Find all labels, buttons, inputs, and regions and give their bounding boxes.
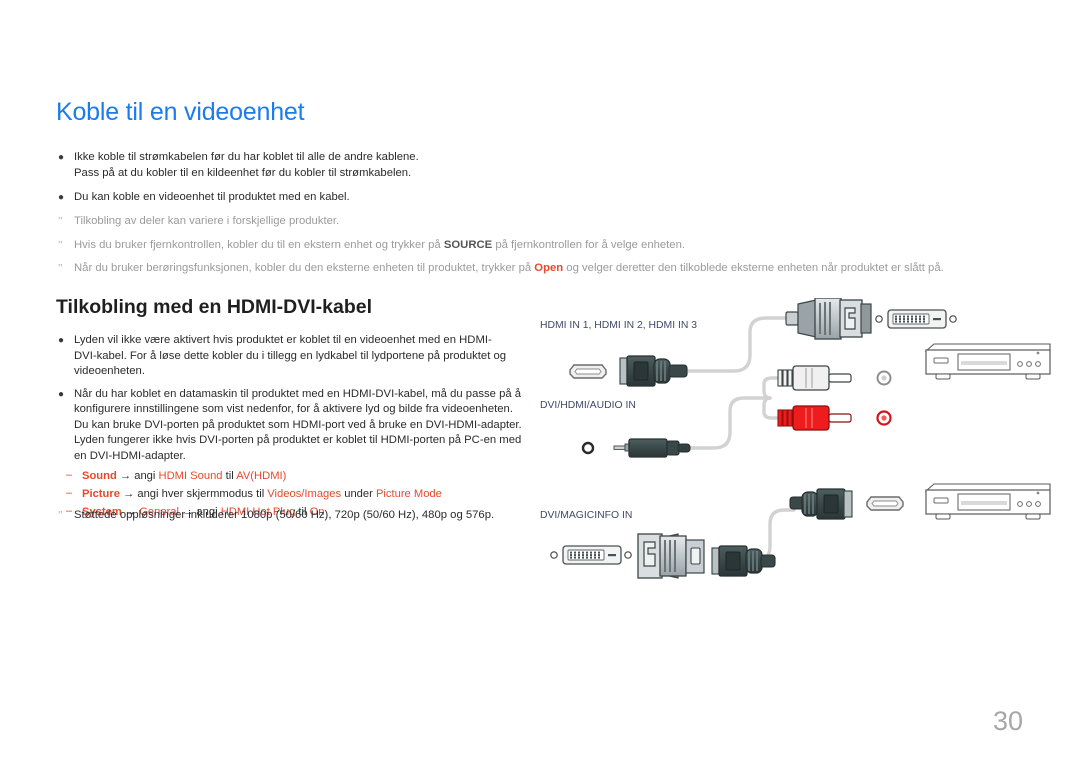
setting-seg: til [222, 470, 237, 482]
note-row: " Tilkobling av deler kan variere i fors… [56, 214, 1016, 230]
audio-port-icon [581, 441, 595, 455]
video-device-icon-top [924, 343, 1051, 380]
manual-page: Koble til en videoenhet ● Ikke koble til… [0, 0, 1080, 763]
setting-seg: → angi [116, 470, 159, 482]
source-keyword: SOURCE [443, 238, 493, 251]
setting-value: AV(HDMI) [236, 470, 287, 482]
rca-plug-red-icon [777, 405, 852, 431]
label-dvi-hdmi-audio-in: DVI/HDMI/AUDIO IN [540, 400, 636, 411]
note-text: Tilkobling av deler kan variere i forskj… [74, 215, 340, 227]
note-row: " Når du bruker berøringsfunksjonen, kob… [56, 261, 1016, 277]
setting-row: – Picture → angi hver skjermmodus til Vi… [56, 486, 531, 502]
section-bullets-block: ● Lyden vil ikke være aktivert hvis prod… [56, 333, 531, 522]
cable-hdmi-dvi [686, 316, 792, 373]
cable-audio-red [762, 396, 780, 420]
bullet-marker: ● [58, 192, 65, 203]
bullet-marker: ● [58, 335, 65, 346]
hdmi-plug-icon-bottom [711, 545, 776, 577]
note-row: ● Ikke koble til strømkabelen før du har… [56, 150, 1016, 181]
note-seg: på fjernkontrollen for å velge enheten. [492, 238, 686, 251]
section-heading: Tilkobling med en HDMI-DVI-kabel [56, 296, 373, 318]
note-row: ● Lyden vil ikke være aktivert hvis prod… [56, 333, 531, 380]
bullet-marker: ● [58, 152, 65, 163]
cable-audio-white [762, 376, 780, 400]
dvi-hdmi-adapter-icon [785, 298, 872, 340]
note-row: " Støttede oppløsninger inkluderer 1080p… [56, 508, 576, 524]
note-row: " Hvis du bruker fjernkontrollen, kobler… [56, 238, 1016, 254]
dash-marker: – [66, 487, 73, 499]
rca-socket-white-icon [876, 370, 892, 386]
note-row: ● Du kan koble en videoenhet til produkt… [56, 190, 1016, 206]
quote-marker: " [58, 238, 63, 251]
note-text: Når du har koblet en datamaskin til prod… [74, 387, 522, 462]
setting-seg: under [341, 488, 376, 500]
quote-marker: " [58, 509, 63, 521]
label-hdmi-in: HDMI IN 1, HDMI IN 2, HDMI IN 3 [540, 320, 697, 331]
top-notes-block: ● Ikke koble til strømkabelen før du har… [56, 150, 1016, 281]
hdmi-plug-icon-bottom-right [789, 488, 853, 520]
quote-marker: " [58, 262, 63, 274]
setting-row: – Sound → angi HDMI Sound til AV(HDMI) [56, 468, 531, 484]
dvi-socket-icon-bottom [550, 545, 632, 565]
open-keyword: Open [534, 262, 564, 274]
connection-diagram: HDMI IN 1, HDMI IN 2, HDMI IN 3 DVI/HDMI… [538, 298, 1058, 588]
setting-key: Sound [82, 470, 117, 482]
note-text: Når du bruker berøringsfunksjonen, koble… [74, 261, 944, 277]
setting-key: HDMI Sound [158, 470, 223, 482]
hdmi-plug-icon [619, 355, 688, 387]
final-note-block: " Støttede oppløsninger inkluderer 1080p… [56, 508, 576, 528]
setting-text: Picture → angi hver skjermmodus til Vide… [82, 486, 442, 502]
note-text: Støttede oppløsninger inkluderer 1080p (… [74, 509, 495, 521]
note-seg: og velger deretter den tilkoblede ekster… [563, 262, 944, 274]
setting-key: Picture [82, 488, 120, 500]
quote-marker: " [58, 215, 63, 227]
setting-text: Sound → angi HDMI Sound til AV(HDMI) [82, 468, 286, 484]
rca-plug-white-icon [777, 365, 852, 391]
video-device-icon-bottom [924, 483, 1051, 520]
dvi-socket-icon [875, 309, 957, 329]
cable-audio-trunk [688, 396, 772, 450]
note-text: Du kan koble en videoenhet til produktet… [74, 191, 350, 203]
dvi-hdmi-adapter-icon-bottom [637, 533, 705, 579]
note-row: ● Når du har koblet en datamaskin til pr… [56, 387, 531, 465]
dash-marker: – [66, 469, 73, 481]
label-dvi-magicinfo-in: DVI/MAGICINFO IN [540, 510, 632, 521]
note-text: Hvis du bruker fjernkontrollen, kobler d… [74, 238, 685, 254]
note-seg: Hvis du bruker fjernkontrollen, kobler d… [74, 238, 444, 251]
rca-socket-red-icon [876, 410, 892, 426]
note-text: Ikke koble til strømkabelen før du har k… [74, 151, 419, 179]
setting-seg: → angi hver skjermmodus til [119, 488, 268, 500]
stereo-jack-plug-icon [613, 438, 691, 458]
hdmi-port-icon [569, 364, 607, 379]
hdmi-port-icon-bottom [866, 496, 904, 511]
setting-value: Videos/Images [267, 488, 342, 500]
note-seg: Når du bruker berøringsfunksjonen, koble… [74, 262, 535, 274]
page-number: 30 [992, 706, 1023, 736]
setting-value: Picture Mode [375, 488, 442, 500]
bullet-marker: ● [58, 388, 65, 400]
note-text: Lyden vil ikke være aktivert hvis produk… [74, 334, 507, 377]
page-title: Koble til en videoenhet [56, 98, 305, 126]
